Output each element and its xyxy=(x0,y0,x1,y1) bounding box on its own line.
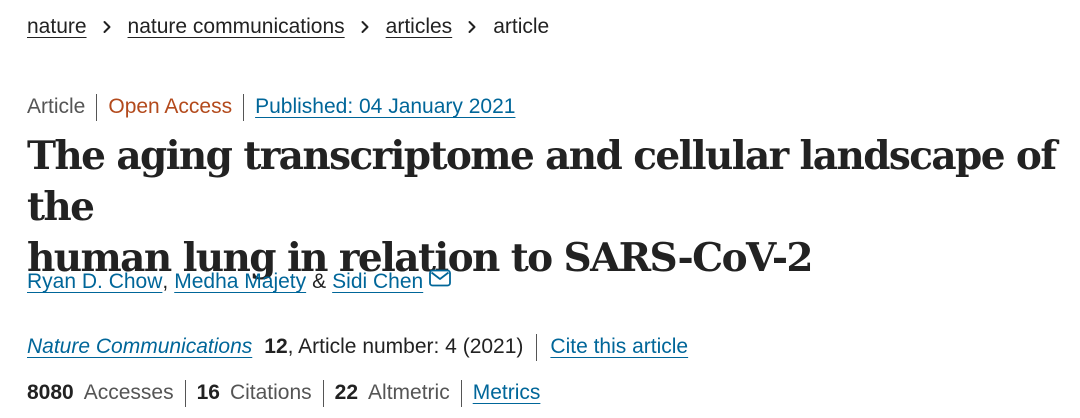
citations-count: 16 xyxy=(196,381,220,404)
altmetric-label: Altmetric xyxy=(368,381,450,404)
accesses-count: 8080 xyxy=(27,381,74,404)
author-link-majety[interactable]: Medha Majety xyxy=(174,268,306,296)
breadcrumb-nature-communications[interactable]: nature communications xyxy=(128,13,345,41)
journal-volume: 12 xyxy=(264,335,288,358)
article-number: , Article number: 4 (2021) xyxy=(287,335,524,358)
journal-info: Nature Communications 12 , Article numbe… xyxy=(27,333,688,361)
divider xyxy=(536,333,538,361)
published-date-link[interactable]: Published: 04 January 2021 xyxy=(255,93,515,121)
email-icon[interactable] xyxy=(429,269,452,287)
altmetric-count: 22 xyxy=(334,381,359,404)
cite-article-link[interactable]: Cite this article xyxy=(550,333,688,361)
chevron-right-icon xyxy=(468,21,476,33)
open-access-badge: Open Access xyxy=(108,95,233,118)
author-link-chen[interactable]: Sidi Chen xyxy=(332,268,423,296)
title-line-1: The aging transcriptome and cellular lan… xyxy=(27,133,1057,230)
author-separator: , xyxy=(162,270,169,293)
author-link-chow[interactable]: Ryan D. Chow xyxy=(27,268,162,296)
chevron-right-icon xyxy=(103,21,111,33)
accesses-label: Accesses xyxy=(83,381,174,404)
breadcrumb-current: article xyxy=(493,15,550,38)
metrics-link[interactable]: Metrics xyxy=(473,379,541,407)
chevron-right-icon xyxy=(361,21,369,33)
article-metrics: 8080 Accesses 16 Citations 22 Altmetric … xyxy=(27,379,540,407)
divider xyxy=(243,93,245,121)
journal-name-link[interactable]: Nature Communications xyxy=(27,333,252,361)
divider xyxy=(184,379,186,407)
breadcrumb-articles[interactable]: articles xyxy=(386,13,453,41)
breadcrumb: nature nature communications articles ar… xyxy=(27,13,549,41)
article-meta: Article Open Access Published: 04 Januar… xyxy=(27,93,515,121)
article-type: Article xyxy=(27,95,86,118)
author-ampersand: & xyxy=(312,270,327,293)
author-list: Ryan D. Chow , Medha Majety & Sidi Chen xyxy=(27,268,452,296)
divider xyxy=(96,93,98,121)
divider xyxy=(460,379,462,407)
divider xyxy=(322,379,324,407)
breadcrumb-nature[interactable]: nature xyxy=(27,13,87,41)
citations-label: Citations xyxy=(229,381,312,404)
page-title: The aging transcriptome and cellular lan… xyxy=(27,131,1080,284)
